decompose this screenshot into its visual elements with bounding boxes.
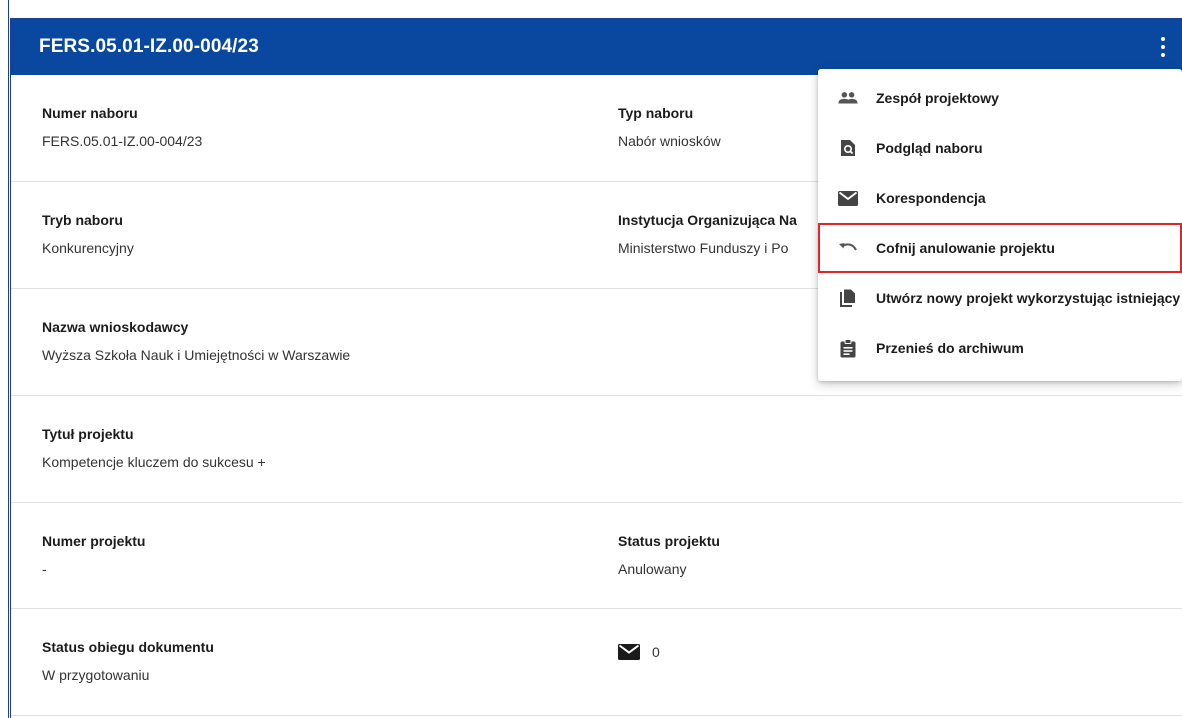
menu-item-label: Korespondencja — [876, 190, 986, 206]
menu-item-label: Przenieś do archiwum — [876, 340, 1024, 356]
field-nazwa-wnioskodawcy: Nazwa wnioskodawcy Wyższa Szkoła Nauk i … — [42, 319, 350, 363]
menu-item-podglad-naboru[interactable]: Podgląd naboru — [818, 123, 1182, 173]
menu-item-label: Podgląd naboru — [876, 140, 983, 156]
label-instytucja: Instytucja Organizująca Na — [618, 212, 797, 228]
label-tytul-projektu: Tytuł projektu — [42, 426, 134, 442]
field-numer-naboru: Numer naboru FERS.05.01-IZ.00-004/23 — [42, 105, 202, 149]
menu-item-cofnij-anulowanie[interactable]: Cofnij anulowanie projektu — [818, 223, 1182, 273]
row-numer-projektu: Numer projektu - Status projektu Anulowa… — [11, 503, 1182, 609]
field-tytul-projektu: Tytuł projektu Kompetencje kluczem do su… — [42, 426, 266, 470]
field-status-obiegu: Status obiegu dokumentu W przygotowaniu — [42, 639, 214, 683]
korespondencja-count: 0 — [652, 644, 660, 660]
undo-icon — [838, 238, 858, 258]
row-tytul: Tytuł projektu Kompetencje kluczem do su… — [11, 396, 1182, 503]
row-status-obiegu: Status obiegu dokumentu W przygotowaniu … — [11, 609, 1182, 716]
menu-item-zespol-projektowy[interactable]: Zespół projektowy — [818, 73, 1182, 123]
envelope-icon — [618, 644, 640, 660]
value-numer-naboru: FERS.05.01-IZ.00-004/23 — [42, 133, 203, 149]
menu-item-label: Zespół projektowy — [876, 90, 999, 106]
value-tryb-naboru: Konkurencyjny — [42, 240, 134, 256]
label-status-projektu: Status projektu — [618, 533, 720, 549]
envelope-icon — [838, 188, 858, 208]
label-numer-naboru: Numer naboru — [42, 105, 138, 121]
label-nazwa-wnioskodawcy: Nazwa wnioskodawcy — [42, 319, 189, 335]
field-tryb-naboru: Tryb naboru Konkurencyjny — [42, 212, 134, 256]
label-status-obiegu: Status obiegu dokumentu — [42, 639, 214, 655]
label-tryb-naboru: Tryb naboru — [42, 212, 123, 228]
card-header: FERS.05.01-IZ.00-004/23 — [11, 19, 1182, 75]
korespondencja-counter[interactable]: 0 — [618, 644, 660, 660]
document-search-icon — [838, 138, 858, 158]
copy-file-icon — [838, 288, 858, 308]
menu-item-label: Utwórz nowy projekt wykorzystując istnie… — [876, 290, 1181, 306]
field-status-projektu: Status projektu Anulowany — [618, 533, 720, 577]
frame-edge — [8, 0, 9, 718]
menu-item-label: Cofnij anulowanie projektu — [876, 240, 1055, 256]
menu-item-korespondencja[interactable]: Korespondencja — [818, 173, 1182, 223]
field-instytucja: Instytucja Organizująca Na Ministerstwo … — [618, 212, 797, 256]
value-typ-naboru: Nabór wniosków — [618, 133, 721, 149]
clipboard-icon — [838, 338, 858, 358]
menu-item-przenies-do-archiwum[interactable]: Przenieś do archiwum — [818, 323, 1182, 373]
field-typ-naboru: Typ naboru Nabór wniosków — [618, 105, 721, 149]
label-numer-projektu: Numer projektu — [42, 533, 146, 549]
more-options-icon[interactable] — [1157, 37, 1169, 57]
label-typ-naboru: Typ naboru — [618, 105, 694, 121]
value-nazwa-wnioskodawcy: Wyższa Szkoła Nauk i Umiejętności w Wars… — [42, 347, 351, 363]
field-numer-projektu: Numer projektu - — [42, 533, 145, 577]
value-numer-projektu: - — [42, 561, 47, 577]
value-tytul-projektu: Kompetencje kluczem do sukcesu + — [42, 454, 266, 470]
menu-item-utworz-nowy-projekt[interactable]: Utwórz nowy projekt wykorzystując istnie… — [818, 273, 1182, 323]
value-status-projektu: Anulowany — [618, 561, 687, 577]
value-instytucja: Ministerstwo Funduszy i Po — [618, 240, 789, 256]
actions-menu: Zespół projektowy Podgląd naboru Korespo… — [818, 69, 1182, 381]
card-title: FERS.05.01-IZ.00-004/23 — [39, 36, 259, 57]
value-status-obiegu: W przygotowaniu — [42, 667, 150, 683]
people-icon — [838, 88, 858, 108]
